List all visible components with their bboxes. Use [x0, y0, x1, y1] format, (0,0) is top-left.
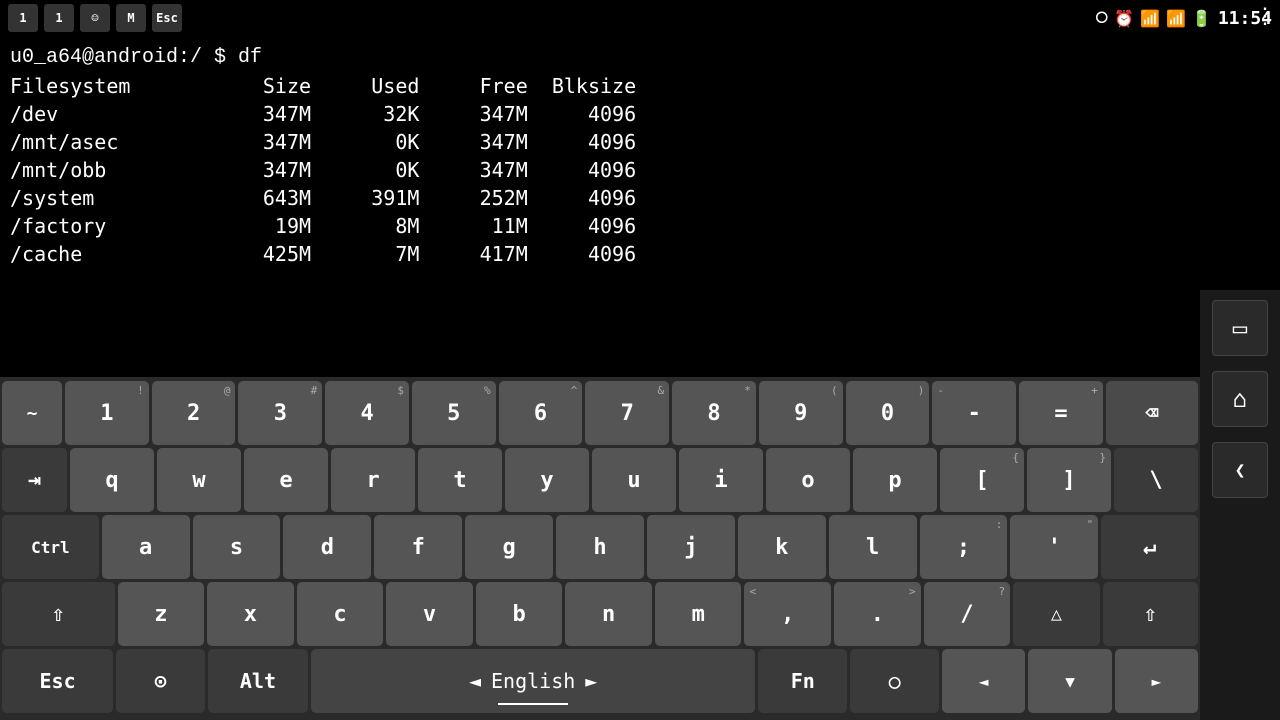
key-shift-left[interactable]: ⇧	[2, 582, 115, 646]
key-home-circle[interactable]: ○	[850, 649, 939, 713]
key-k[interactable]: k	[738, 515, 826, 579]
key-8[interactable]: 8*	[672, 381, 756, 445]
terminal-prompt: u0_a64@android:/ $ df	[10, 44, 1270, 72]
key-0[interactable]: 0)	[846, 381, 930, 445]
key-w[interactable]: w	[157, 448, 241, 512]
key-j[interactable]: j	[647, 515, 735, 579]
notif-icon-msg: ☺	[80, 4, 110, 32]
right-panel: ▭ ⌂ ❮	[1200, 290, 1280, 720]
rectangle-icon[interactable]: ▭	[1212, 300, 1268, 356]
key-e[interactable]: e	[244, 448, 328, 512]
keyboard: ~ 1! 2@ 3# 4$ 5% 6^ 7& 8* 9( 0) -- =+ ⌫ …	[0, 377, 1200, 720]
lang-arrow-left[interactable]: ◄	[469, 669, 481, 693]
notif-icon-esc: Esc	[152, 4, 182, 32]
lang-arrow-right[interactable]: ►	[585, 669, 597, 693]
key-fn[interactable]: Fn	[758, 649, 847, 713]
language-selector[interactable]: ◄ English ►	[311, 649, 755, 713]
key-5[interactable]: 5%	[412, 381, 496, 445]
key-l[interactable]: l	[829, 515, 917, 579]
key-u[interactable]: u	[592, 448, 676, 512]
key-o[interactable]: o	[766, 448, 850, 512]
terminal-output: u0_a64@android:/ $ df Filesystem Size Us…	[0, 36, 1280, 290]
key-9[interactable]: 9(	[759, 381, 843, 445]
key-s[interactable]: s	[193, 515, 281, 579]
key-nav-right[interactable]: ►	[1115, 649, 1198, 713]
key-nav-left[interactable]: ◄	[942, 649, 1025, 713]
key-x[interactable]: x	[207, 582, 294, 646]
key-q[interactable]: q	[70, 448, 154, 512]
key-tab[interactable]: ⇥	[2, 448, 67, 512]
key-up-arrow[interactable]: △	[1013, 582, 1100, 646]
key-2[interactable]: 2@	[152, 381, 236, 445]
notif-icon-2: 1	[44, 4, 74, 32]
key-c[interactable]: c	[297, 582, 384, 646]
terminal-table: Filesystem Size Used Free Blksize /dev 3…	[10, 72, 1270, 268]
key-7[interactable]: 7&	[585, 381, 669, 445]
key-backslash[interactable]: \	[1114, 448, 1198, 512]
key-period[interactable]: .>	[834, 582, 921, 646]
key-f[interactable]: f	[374, 515, 462, 579]
key-semicolon[interactable]: ;:	[920, 515, 1008, 579]
language-label: English	[491, 669, 575, 693]
key-p[interactable]: p	[853, 448, 937, 512]
keyboard-row-1: ~ 1! 2@ 3# 4$ 5% 6^ 7& 8* 9( 0) -- =+ ⌫	[2, 381, 1198, 445]
key-r[interactable]: r	[331, 448, 415, 512]
status-bar: ⭘ ⏰ 📶 📶 🔋 11:54 ⋮	[1080, 0, 1280, 36]
notif-icon-gmail: M	[116, 4, 146, 32]
home-icon[interactable]: ⌂	[1212, 371, 1268, 427]
more-options-icon[interactable]: ⋮	[1254, 4, 1276, 29]
key-1[interactable]: 1!	[65, 381, 149, 445]
key-4[interactable]: 4$	[325, 381, 409, 445]
back-chevron-icon[interactable]: ❮	[1212, 442, 1268, 498]
key-m[interactable]: m	[655, 582, 742, 646]
key-n[interactable]: n	[565, 582, 652, 646]
key-y[interactable]: y	[505, 448, 589, 512]
key-nav-down[interactable]: ▼	[1028, 649, 1111, 713]
keyboard-row-bottom: Esc ⊙ Alt ◄ English ► Fn ○ ◄ ▼ ►	[2, 649, 1198, 713]
key-equals[interactable]: =+	[1019, 381, 1103, 445]
key-t[interactable]: t	[418, 448, 502, 512]
signal-icon: 📶	[1166, 9, 1186, 28]
keyboard-row-4: ⇧ z x c v b n m ,< .> /? △ ⇧	[2, 582, 1198, 646]
key-b[interactable]: b	[476, 582, 563, 646]
key-a[interactable]: a	[102, 515, 190, 579]
key-minus[interactable]: --	[932, 381, 1016, 445]
key-i[interactable]: i	[679, 448, 763, 512]
alarm-icon: ⏰	[1114, 9, 1134, 28]
bluetooth-icon: ⭘	[1095, 8, 1108, 28]
battery-icon: 🔋	[1192, 9, 1212, 28]
key-h[interactable]: h	[556, 515, 644, 579]
key-shift-right[interactable]: ⇧	[1103, 582, 1198, 646]
key-esc[interactable]: Esc	[2, 649, 113, 713]
keyboard-row-2: ⇥ q w e r t y u i o p [{ ]} \	[2, 448, 1198, 512]
key-backspace[interactable]: ⌫	[1106, 381, 1198, 445]
key-ctrl[interactable]: Ctrl	[2, 515, 99, 579]
key-d[interactable]: d	[283, 515, 371, 579]
key-6[interactable]: 6^	[499, 381, 583, 445]
key-bracket-close[interactable]: ]}	[1027, 448, 1111, 512]
wifi-icon: 📶	[1140, 9, 1160, 28]
key-tilde[interactable]: ~	[2, 381, 62, 445]
key-z[interactable]: z	[118, 582, 205, 646]
key-v[interactable]: v	[386, 582, 473, 646]
key-slash[interactable]: /?	[924, 582, 1011, 646]
key-bracket-open[interactable]: [{	[940, 448, 1024, 512]
key-circle-dot[interactable]: ⊙	[116, 649, 205, 713]
keyboard-row-3: Ctrl a s d f g h j k l ;: '" ↵	[2, 515, 1198, 579]
key-quote[interactable]: '"	[1010, 515, 1098, 579]
key-enter[interactable]: ↵	[1101, 515, 1198, 579]
key-g[interactable]: g	[465, 515, 553, 579]
key-3[interactable]: 3#	[238, 381, 322, 445]
notification-bar: 1 1 ☺ M Esc	[0, 0, 300, 36]
key-comma[interactable]: ,<	[744, 582, 831, 646]
notif-icon-1: 1	[8, 4, 38, 32]
key-alt[interactable]: Alt	[208, 649, 308, 713]
